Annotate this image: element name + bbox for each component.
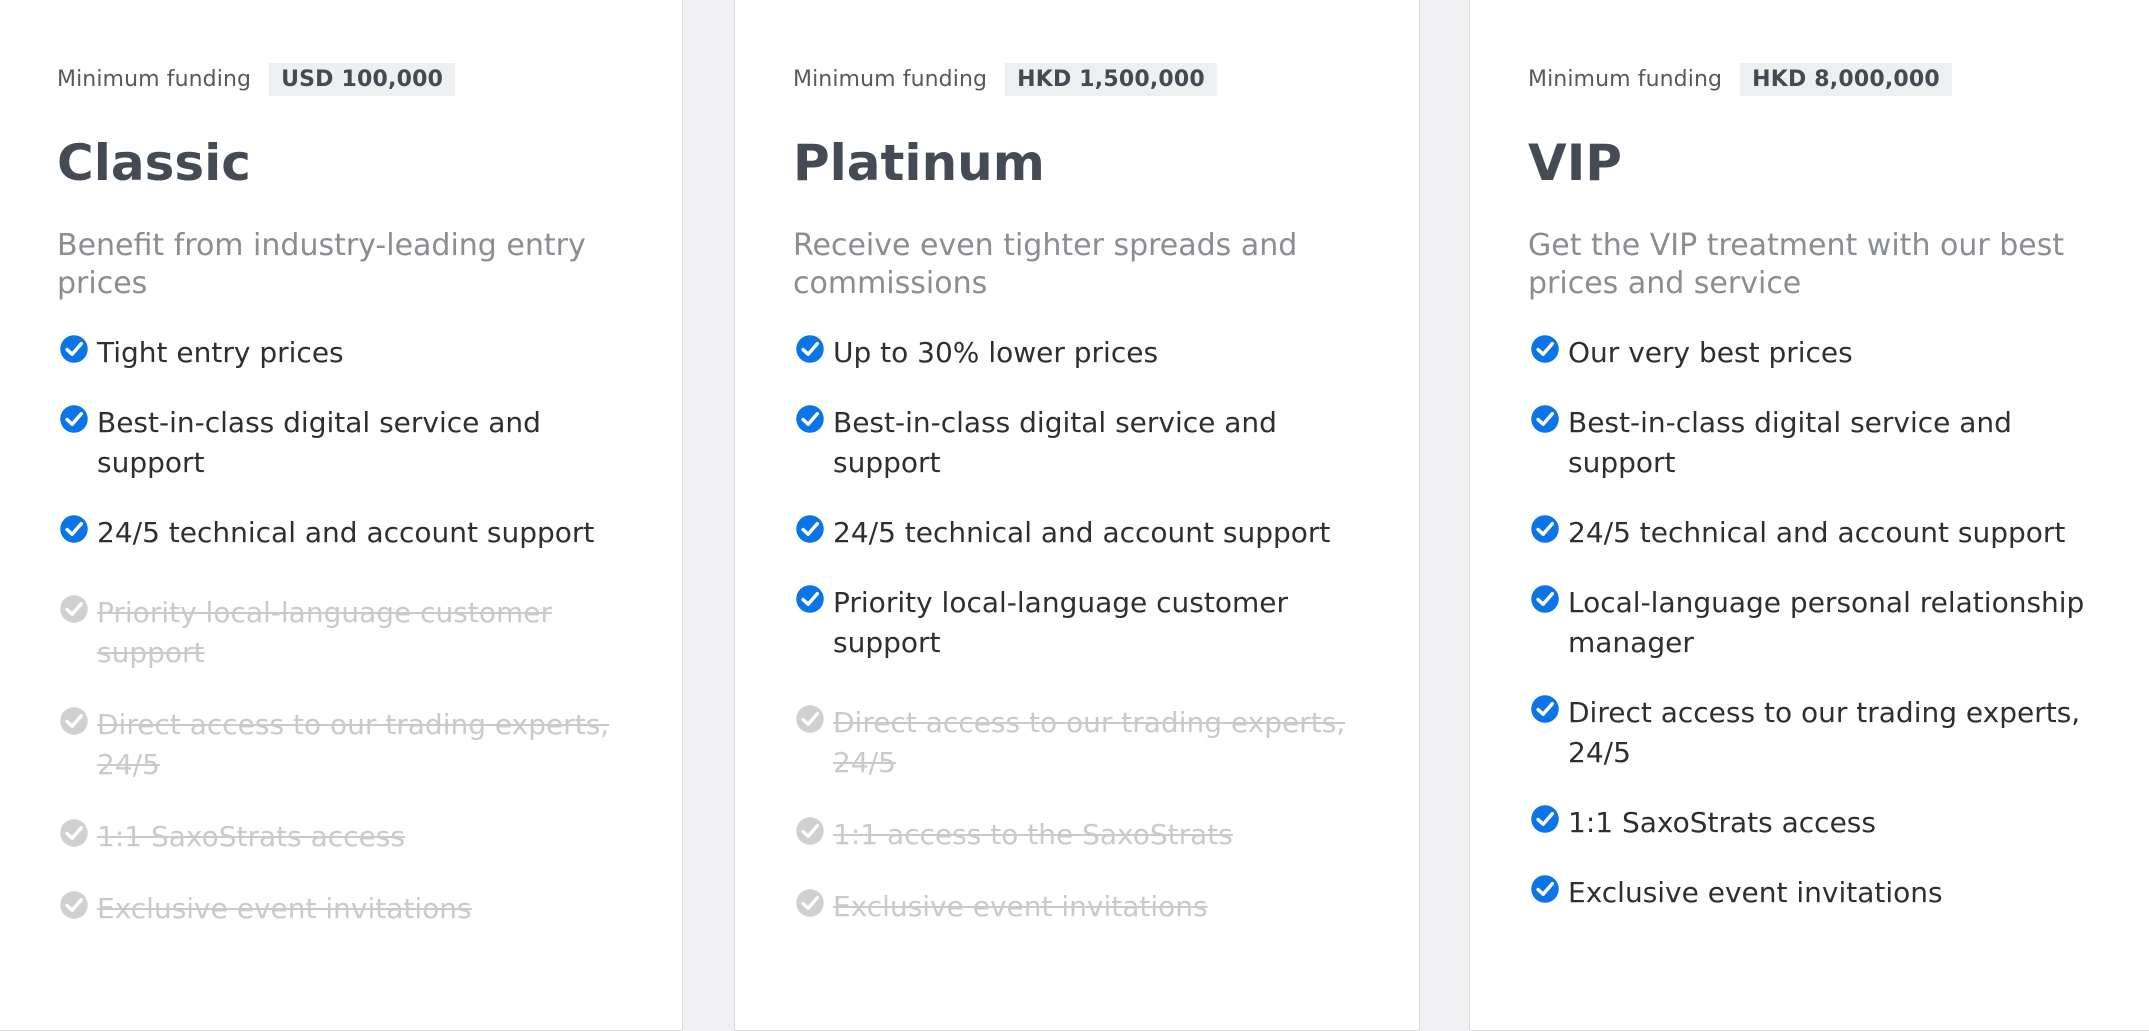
plan-description: Receive even tighter spreads and commiss… bbox=[793, 228, 1298, 301]
feature-item: Priority local-language customer support bbox=[793, 583, 1363, 663]
funding-amount-badge: USD 100,000 bbox=[269, 63, 456, 96]
checkmark-icon bbox=[1531, 405, 1559, 433]
feature-text: Best-in-class digital service and suppor… bbox=[97, 406, 541, 479]
funding-amount-badge: HKD 1,500,000 bbox=[1005, 63, 1217, 96]
feature-item-excluded: Exclusive event invitations bbox=[793, 887, 1363, 927]
feature-text: Best-in-class digital service and suppor… bbox=[1568, 406, 2012, 479]
feature-text: 24/5 technical and account support bbox=[833, 516, 1331, 549]
checkmark-icon bbox=[796, 335, 824, 363]
feature-text: Exclusive event invitations bbox=[1568, 876, 1943, 909]
checkmark-icon bbox=[60, 595, 88, 623]
feature-item: Tight entry prices bbox=[57, 333, 627, 373]
feature-item: Best-in-class digital service and suppor… bbox=[1528, 403, 2098, 483]
funding-amount-badge: HKD 8,000,000 bbox=[1740, 63, 1952, 96]
plan-card-platinum: Minimum funding HKD 1,500,000 Platinum R… bbox=[734, 0, 1420, 1031]
feature-item: Direct access to our trading experts, 24… bbox=[1528, 693, 2098, 773]
plan-card-classic: Minimum funding USD 100,000 Classic Bene… bbox=[0, 0, 683, 1031]
funding-label: Minimum funding bbox=[1528, 67, 1723, 92]
minimum-funding: Minimum funding USD 100,000 bbox=[57, 63, 456, 96]
feature-text: Up to 30% lower prices bbox=[833, 336, 1159, 369]
funding-label: Minimum funding bbox=[57, 67, 252, 92]
feature-text: Direct access to our trading experts, 24… bbox=[833, 706, 1346, 779]
feature-item: Best-in-class digital service and suppor… bbox=[793, 403, 1363, 483]
feature-item: Best-in-class digital service and suppor… bbox=[57, 403, 627, 483]
checkmark-icon bbox=[60, 707, 88, 735]
checkmark-icon bbox=[1531, 875, 1559, 903]
checkmark-icon bbox=[60, 405, 88, 433]
feature-item: 24/5 technical and account support bbox=[1528, 513, 2098, 553]
feature-item-excluded: 1:1 SaxoStrats access bbox=[57, 817, 627, 857]
plan-title: VIP bbox=[1528, 134, 1622, 192]
minimum-funding: Minimum funding HKD 1,500,000 bbox=[793, 63, 1217, 96]
plan-title: Platinum bbox=[793, 134, 1045, 192]
checkmark-icon bbox=[796, 705, 824, 733]
feature-list: Tight entry prices Best-in-class digital … bbox=[57, 333, 627, 929]
feature-text: 1:1 access to the SaxoStrats bbox=[833, 818, 1233, 851]
checkmark-icon bbox=[796, 585, 824, 613]
feature-item-excluded: Exclusive event invitations bbox=[57, 889, 627, 929]
feature-text: 24/5 technical and account support bbox=[1568, 516, 2066, 549]
feature-text: Exclusive event invitations bbox=[97, 892, 472, 925]
plan-description: Get the VIP treatment with our best pric… bbox=[1528, 228, 2065, 301]
feature-item-excluded: 1:1 access to the SaxoStrats bbox=[793, 815, 1363, 855]
checkmark-icon bbox=[796, 817, 824, 845]
feature-text: 1:1 SaxoStrats access bbox=[1568, 806, 1876, 839]
checkmark-icon bbox=[1531, 585, 1559, 613]
plan-description: Benefit from industry-leading entry pric… bbox=[57, 228, 586, 301]
checkmark-icon bbox=[60, 819, 88, 847]
feature-text: Direct access to our trading experts, 24… bbox=[97, 708, 610, 781]
feature-item-excluded: Direct access to our trading experts, 24… bbox=[793, 703, 1363, 783]
plan-title: Classic bbox=[57, 134, 251, 192]
feature-item-excluded: Priority local-language customer support bbox=[57, 593, 627, 673]
feature-text: Tight entry prices bbox=[97, 336, 344, 369]
checkmark-icon bbox=[60, 335, 88, 363]
feature-item: Exclusive event invitations bbox=[1528, 873, 2098, 913]
funding-label: Minimum funding bbox=[793, 67, 988, 92]
feature-item: Up to 30% lower prices bbox=[793, 333, 1363, 373]
checkmark-icon bbox=[1531, 805, 1559, 833]
checkmark-icon bbox=[1531, 695, 1559, 723]
feature-item: 24/5 technical and account support bbox=[57, 513, 627, 553]
feature-item-excluded: Direct access to our trading experts, 24… bbox=[57, 705, 627, 785]
feature-text: Best-in-class digital service and suppor… bbox=[833, 406, 1277, 479]
feature-text: 1:1 SaxoStrats access bbox=[97, 820, 405, 853]
plan-card-vip: Minimum funding HKD 8,000,000 VIP Get th… bbox=[1469, 0, 2149, 1031]
feature-item: 24/5 technical and account support bbox=[793, 513, 1363, 553]
feature-text: Priority local-language customer support bbox=[833, 586, 1289, 659]
minimum-funding: Minimum funding HKD 8,000,000 bbox=[1528, 63, 1952, 96]
feature-text: Local-language personal relationship man… bbox=[1568, 586, 2085, 659]
checkmark-icon bbox=[1531, 515, 1559, 543]
checkmark-icon bbox=[796, 405, 824, 433]
feature-list: Our very best prices Best-in-class digita… bbox=[1528, 333, 2098, 913]
checkmark-icon bbox=[1531, 335, 1559, 363]
feature-item: Local-language personal relationship man… bbox=[1528, 583, 2098, 663]
checkmark-icon bbox=[60, 515, 88, 543]
feature-text: 24/5 technical and account support bbox=[97, 516, 595, 549]
feature-text: Priority local-language customer support bbox=[97, 596, 553, 669]
feature-text: Direct access to our trading experts, 24… bbox=[1568, 696, 2081, 769]
feature-text: Our very best prices bbox=[1568, 336, 1853, 369]
feature-text: Exclusive event invitations bbox=[833, 890, 1208, 923]
checkmark-icon bbox=[796, 515, 824, 543]
feature-list: Up to 30% lower prices Best-in-class digi… bbox=[793, 333, 1363, 927]
feature-item: Our very best prices bbox=[1528, 333, 2098, 373]
checkmark-icon bbox=[60, 891, 88, 919]
feature-item: 1:1 SaxoStrats access bbox=[1528, 803, 2098, 843]
checkmark-icon bbox=[796, 889, 824, 917]
